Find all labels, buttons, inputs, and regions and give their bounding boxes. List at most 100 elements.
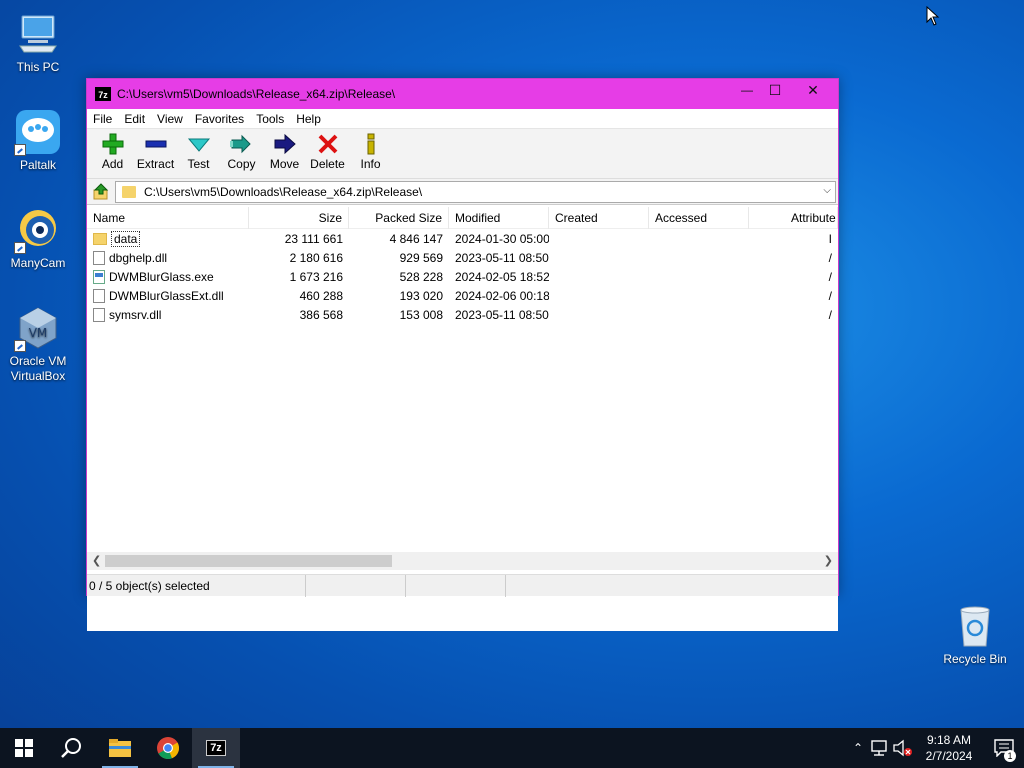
menu-tools[interactable]: Tools xyxy=(250,112,290,126)
desktop-icon-recycle-bin[interactable]: Recycle Bin xyxy=(937,602,1013,667)
exe-file-icon xyxy=(93,269,105,284)
file-modified: 2024-02-05 18:52 xyxy=(455,269,549,284)
file-explorer-icon xyxy=(109,739,131,757)
taskbar-chrome[interactable] xyxy=(144,728,192,768)
column-created[interactable]: Created xyxy=(549,207,649,229)
address-input[interactable]: C:\Users\vm5\Downloads\Release_x64.zip\R… xyxy=(115,180,836,203)
delete-label: Delete xyxy=(310,157,345,171)
plus-icon xyxy=(102,133,123,155)
window-title: C:\Users\vm5\Downloads\Release_x64.zip\R… xyxy=(117,87,396,101)
minus-icon xyxy=(145,140,166,148)
x-icon xyxy=(318,134,337,154)
file-modified: 2024-02-06 00:18 xyxy=(455,288,549,303)
toolbar: Add Extract Test Copy Move Delete Info xyxy=(87,129,838,179)
desktop-icon-manycam[interactable]: ManyCam xyxy=(0,206,76,271)
start-button[interactable] xyxy=(0,728,48,768)
taskbar: 7z ⌃ 9:18 AM 2/7/2024 1 xyxy=(0,728,1024,768)
table-row[interactable]: dbghelp.dll 2 180 616 929 569 2023-05-11… xyxy=(87,248,838,267)
file-size: 23 111 661 xyxy=(284,231,343,246)
up-folder-button[interactable] xyxy=(87,180,115,204)
info-button[interactable]: Info xyxy=(349,133,392,171)
dll-file-icon xyxy=(93,288,105,303)
copy-button[interactable]: Copy xyxy=(220,133,263,171)
menu-favorites[interactable]: Favorites xyxy=(189,112,250,126)
column-accessed[interactable]: Accessed xyxy=(649,207,749,229)
desktop-icon-virtualbox[interactable]: VM Oracle VM VirtualBox xyxy=(0,304,76,384)
desktop-icon-paltalk[interactable]: Paltalk xyxy=(0,108,76,173)
clock[interactable]: 9:18 AM 2/7/2024 xyxy=(914,732,984,764)
shortcut-arrow-icon xyxy=(14,242,26,254)
search-icon xyxy=(61,738,81,758)
file-name: DWMBlurGlassExt.dll xyxy=(109,288,224,303)
system-tray: ⌃ 9:18 AM 2/7/2024 1 xyxy=(846,728,1024,768)
test-button[interactable]: Test xyxy=(177,133,220,171)
taskbar-7zip[interactable]: 7z xyxy=(192,728,240,768)
folder-icon xyxy=(122,185,136,198)
notification-center-button[interactable]: 1 xyxy=(984,728,1024,768)
network-icon[interactable] xyxy=(870,739,892,757)
virtualbox-icon: VM xyxy=(14,304,62,352)
7zip-app-icon: 7z xyxy=(95,87,111,101)
7zip-icon: 7z xyxy=(206,740,226,756)
info-label: Info xyxy=(360,157,381,171)
scrollbar-thumb[interactable] xyxy=(105,555,392,567)
file-size: 1 673 216 xyxy=(289,269,343,284)
close-button[interactable]: ✕ xyxy=(794,79,832,101)
address-path: C:\Users\vm5\Downloads\Release_x64.zip\R… xyxy=(144,184,423,199)
menu-file[interactable]: File xyxy=(87,112,118,126)
maximize-button[interactable]: ☐ xyxy=(756,79,794,101)
shortcut-arrow-icon xyxy=(14,144,26,156)
paltalk-icon xyxy=(14,108,62,156)
delete-button[interactable]: Delete xyxy=(306,133,349,171)
move-button[interactable]: Move xyxy=(263,133,306,171)
menu-edit[interactable]: Edit xyxy=(118,112,151,126)
clock-date: 2/7/2024 xyxy=(925,749,973,763)
file-packed-size: 528 228 xyxy=(399,269,443,284)
column-size[interactable]: Size xyxy=(249,207,349,229)
svg-text:VM: VM xyxy=(29,326,48,340)
volume-muted-icon[interactable] xyxy=(892,739,914,757)
title-bar[interactable]: 7z C:\Users\vm5\Downloads\Release_x64.zi… xyxy=(87,79,838,109)
menu-view[interactable]: View xyxy=(151,112,189,126)
status-selection: 0 / 5 object(s) selected xyxy=(87,575,306,597)
chevron-up-icon[interactable]: ⌃ xyxy=(846,741,870,755)
table-row[interactable]: symsrv.dll 386 568 153 008 2023-05-11 08… xyxy=(87,305,838,324)
file-attributes: / xyxy=(828,269,832,284)
horizontal-scrollbar[interactable]: ❮ ❯ xyxy=(87,552,838,570)
column-modified[interactable]: Modified xyxy=(449,207,549,229)
file-name: symsrv.dll xyxy=(109,307,162,322)
windows-start-icon xyxy=(15,739,33,757)
extract-button[interactable]: Extract xyxy=(134,133,177,171)
table-row[interactable]: DWMBlurGlass.exe 1 673 216 528 228 2024-… xyxy=(87,267,838,286)
file-attributes: I xyxy=(828,231,832,246)
table-row[interactable]: DWMBlurGlassExt.dll 460 288 193 020 2024… xyxy=(87,286,838,305)
file-modified: 2023-05-11 08:50 xyxy=(455,250,549,265)
list-header: Name Size Packed Size Modified Created A… xyxy=(87,207,838,229)
menu-bar: File Edit View Favorites Tools Help xyxy=(87,109,838,129)
column-packed-size[interactable]: Packed Size xyxy=(349,207,449,229)
desktop-icon-label: Oracle VM VirtualBox xyxy=(9,354,67,383)
check-icon xyxy=(187,138,210,152)
menu-help[interactable]: Help xyxy=(290,112,327,126)
desktop-icon-this-pc[interactable]: This PC xyxy=(0,10,76,75)
extract-label: Extract xyxy=(136,157,175,171)
file-packed-size: 4 846 147 xyxy=(389,231,443,246)
move-label: Move xyxy=(269,157,300,171)
up-folder-icon xyxy=(93,182,109,199)
add-button[interactable]: Add xyxy=(91,133,134,171)
desktop-icon-label: Recycle Bin xyxy=(943,652,1007,666)
dll-file-icon xyxy=(93,307,105,322)
file-packed-size: 193 020 xyxy=(399,288,443,303)
column-attributes[interactable]: Attribute xyxy=(749,207,838,229)
chevron-down-icon[interactable]: ⌵ xyxy=(823,185,831,196)
table-row[interactable]: data 23 111 661 4 846 147 2024-01-30 05:… xyxy=(87,229,838,248)
mouse-cursor-icon xyxy=(926,6,940,26)
column-name[interactable]: Name xyxy=(87,207,249,229)
folder-icon xyxy=(93,232,107,245)
scroll-right-icon[interactable]: ❯ xyxy=(824,554,833,567)
double-arrow-icon xyxy=(229,134,251,154)
search-button[interactable] xyxy=(48,728,96,768)
taskbar-file-explorer[interactable] xyxy=(96,728,144,768)
recycle-bin-icon xyxy=(951,602,999,650)
scroll-left-icon[interactable]: ❮ xyxy=(92,554,101,567)
